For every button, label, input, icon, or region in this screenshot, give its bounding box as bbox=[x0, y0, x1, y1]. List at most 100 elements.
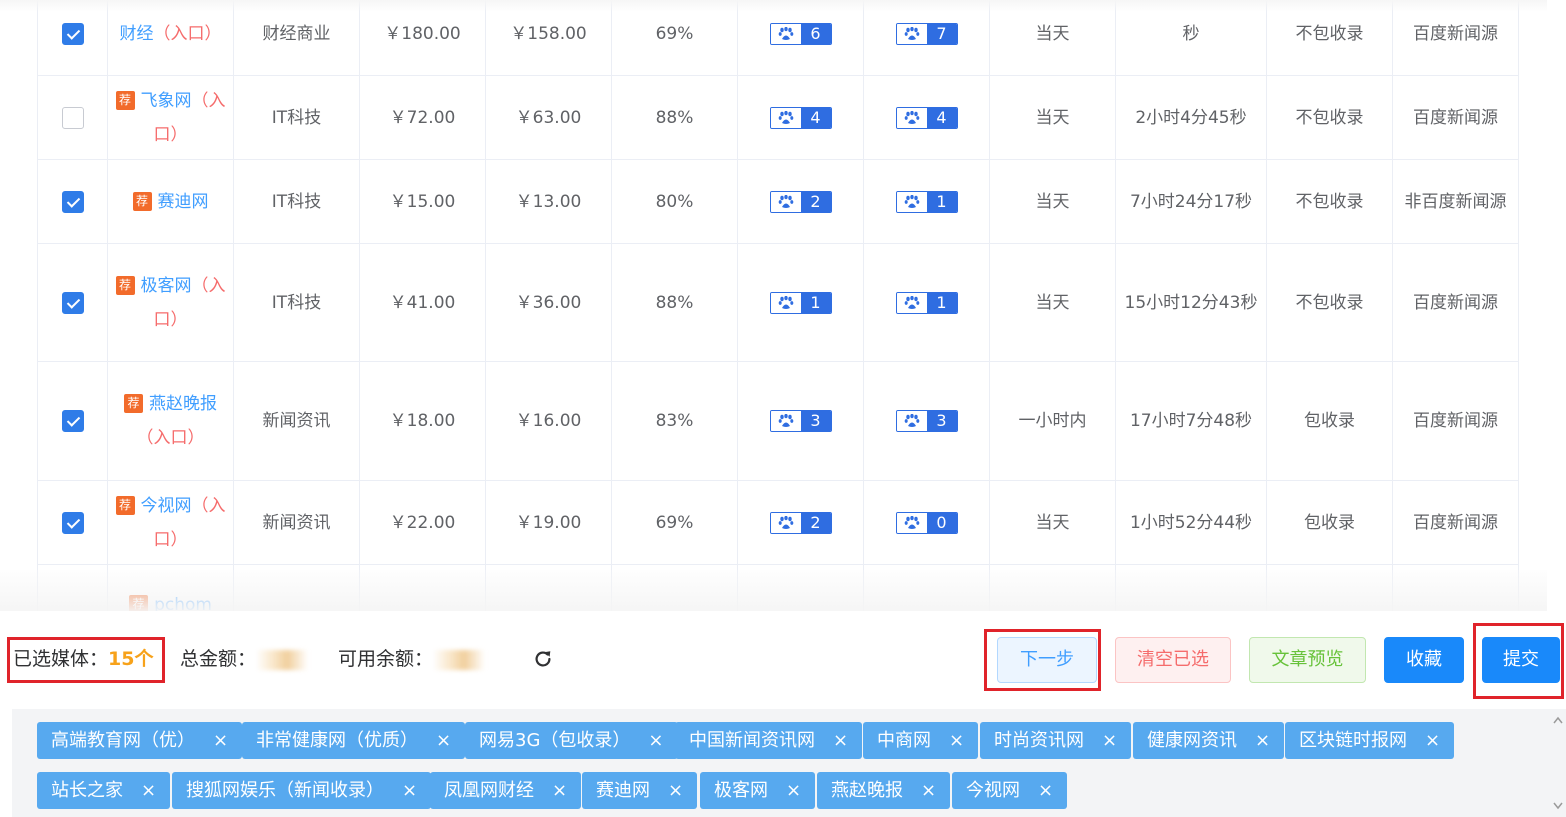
media-name-link[interactable]: 赛迪网 bbox=[158, 192, 209, 212]
selected-media-tag[interactable]: 健康网资讯 × bbox=[1133, 722, 1285, 759]
baidu-paw-icon bbox=[770, 411, 801, 431]
media-name-cell: 荐飞象网（入口） bbox=[107, 75, 234, 160]
recommend-badge: 荐 bbox=[115, 90, 135, 110]
refresh-icon[interactable] bbox=[532, 648, 554, 670]
source: 百度新闻源 bbox=[1413, 411, 1498, 431]
submit-button[interactable]: 提交 bbox=[1482, 637, 1560, 683]
rate-cell: 80% bbox=[611, 159, 738, 244]
close-icon[interactable]: × bbox=[1425, 730, 1440, 751]
next-step-button[interactable]: 下一步 bbox=[997, 637, 1097, 683]
close-icon[interactable]: × bbox=[436, 730, 451, 751]
close-icon[interactable]: × bbox=[648, 730, 663, 751]
clear-selection-button[interactable]: 清空已选 bbox=[1115, 637, 1231, 683]
select-cell bbox=[37, 564, 108, 611]
avg-time-cell bbox=[1115, 564, 1267, 611]
media-name-link[interactable]: 燕赵晚报 bbox=[149, 394, 217, 414]
close-icon[interactable]: × bbox=[949, 730, 964, 751]
baidu-pc-cell: 1 bbox=[737, 243, 864, 362]
close-icon[interactable]: × bbox=[1102, 730, 1117, 751]
speed: 当天 bbox=[1035, 23, 1070, 44]
media-name-link[interactable]: pchom bbox=[154, 595, 212, 612]
media-name-link[interactable]: 飞象网 bbox=[141, 91, 192, 111]
include: 不包收录 bbox=[1295, 191, 1364, 212]
row-checkbox[interactable] bbox=[61, 511, 84, 534]
table-scrollbar[interactable] bbox=[1547, 0, 1566, 611]
tag-label: 健康网资讯 bbox=[1147, 730, 1237, 751]
selected-media-tag[interactable]: 高端教育网（优） × bbox=[37, 722, 243, 759]
speed-cell: 当天 bbox=[989, 243, 1116, 362]
favorite-button[interactable]: 收藏 bbox=[1384, 637, 1464, 683]
avg-time-cell: 秒 bbox=[1115, 0, 1267, 76]
tag-label: 站长之家 bbox=[51, 780, 123, 801]
entry-link[interactable]: （入口） bbox=[137, 428, 205, 448]
selected-media-tag[interactable]: 时尚资讯网 × bbox=[980, 722, 1132, 759]
media-name-link[interactable]: 今视网 bbox=[141, 496, 192, 516]
selected-media-tag[interactable]: 站长之家 × bbox=[37, 772, 171, 809]
close-icon[interactable]: × bbox=[786, 780, 801, 801]
selected-media-tag[interactable]: 中商网 × bbox=[863, 722, 979, 759]
baidu-paw-icon bbox=[896, 191, 927, 212]
row-checkbox[interactable] bbox=[61, 410, 84, 432]
speed: 当天 bbox=[1035, 292, 1070, 313]
selected-media-tag[interactable]: 中国新闻资讯网 × bbox=[675, 722, 863, 759]
media-name-link[interactable]: 财经 bbox=[120, 24, 154, 44]
rate-cell: 69% bbox=[611, 0, 738, 76]
tag-label: 燕赵晚报 bbox=[831, 780, 903, 801]
close-icon[interactable]: × bbox=[833, 730, 848, 751]
tag-label: 中国新闻资讯网 bbox=[689, 730, 815, 751]
tags-scrollbar[interactable] bbox=[1550, 709, 1566, 817]
close-icon[interactable]: × bbox=[213, 730, 228, 751]
selected-media-tag[interactable]: 赛迪网 × bbox=[582, 772, 698, 809]
selected-media-tag[interactable]: 非常健康网（优质） × bbox=[242, 722, 466, 759]
selected-media-tag[interactable]: 网易3G（包收录） × bbox=[465, 722, 678, 759]
vip-price-cell bbox=[485, 564, 612, 611]
close-icon[interactable]: × bbox=[552, 780, 567, 801]
price-cell: ￥15.00 bbox=[359, 159, 486, 244]
row-checkbox[interactable] bbox=[61, 22, 84, 45]
media-name-link[interactable]: 极客网 bbox=[141, 276, 192, 296]
total-label: 总金额： bbox=[180, 648, 257, 670]
selected-media-tag[interactable]: 极客网 × bbox=[700, 772, 816, 809]
price-cell: ￥18.00 bbox=[359, 361, 486, 481]
close-icon[interactable]: × bbox=[1255, 730, 1270, 751]
selected-media-tag[interactable]: 搜狐网娱乐（新闻收录） × bbox=[172, 772, 432, 809]
category: IT科技 bbox=[271, 292, 322, 313]
source-cell: 百度新闻源 bbox=[1392, 361, 1519, 481]
selected-media-tag[interactable]: 凤凰网财经 × bbox=[430, 772, 582, 809]
tag-label: 搜狐网娱乐（新闻收录） bbox=[186, 780, 384, 801]
source: 百度新闻源 bbox=[1413, 292, 1498, 313]
avg-time: 7小时24分17秒 bbox=[1129, 191, 1253, 212]
speed: 当天 bbox=[1035, 191, 1070, 212]
avg-time-cell: 1小时52分44秒 bbox=[1115, 480, 1267, 565]
vip-price-cell: ￥13.00 bbox=[485, 159, 612, 244]
close-icon[interactable]: × bbox=[668, 780, 683, 801]
speed: 当天 bbox=[1035, 512, 1070, 533]
article-preview-button[interactable]: 文章预览 bbox=[1249, 637, 1366, 683]
media-name-cell: 财经（入口） bbox=[107, 0, 234, 76]
close-icon[interactable]: × bbox=[921, 780, 936, 801]
avg-time: 15小时12分43秒 bbox=[1124, 292, 1258, 313]
avg-time: 秒 bbox=[1182, 23, 1200, 44]
selected-media-tag[interactable]: 区块链时报网 × bbox=[1285, 722, 1455, 759]
tag-label: 区块链时报网 bbox=[1299, 730, 1407, 751]
selected-media-tag[interactable]: 燕赵晚报 × bbox=[817, 772, 951, 809]
entry-link[interactable]: （入口） bbox=[154, 24, 222, 44]
selected-tags-panel: 高端教育网（优） × 非常健康网（优质） × 网易3G（包收录） × 中国新闻资讯网 × 中商网… bbox=[12, 709, 1566, 817]
category-cell bbox=[233, 564, 360, 611]
recommend-badge: 荐 bbox=[115, 495, 135, 515]
balance-label: 可用余额： bbox=[338, 648, 434, 670]
close-icon[interactable]: × bbox=[141, 780, 156, 801]
avg-time-cell: 15小时12分43秒 bbox=[1115, 243, 1267, 362]
recommend-badge: 荐 bbox=[129, 594, 149, 611]
media-name-cell: 荐极客网（入口） bbox=[107, 243, 234, 362]
baidu-paw-icon bbox=[896, 512, 927, 533]
row-checkbox[interactable] bbox=[61, 190, 84, 213]
close-icon[interactable]: × bbox=[402, 780, 417, 801]
speed-cell bbox=[989, 564, 1116, 611]
close-icon[interactable]: × bbox=[1038, 780, 1053, 801]
baidu-weight-value: 3 bbox=[926, 411, 957, 431]
row-checkbox[interactable] bbox=[61, 291, 84, 314]
price-cell bbox=[359, 564, 486, 611]
selected-media-tag[interactable]: 今视网 × bbox=[952, 772, 1068, 809]
row-checkbox[interactable] bbox=[61, 106, 84, 129]
